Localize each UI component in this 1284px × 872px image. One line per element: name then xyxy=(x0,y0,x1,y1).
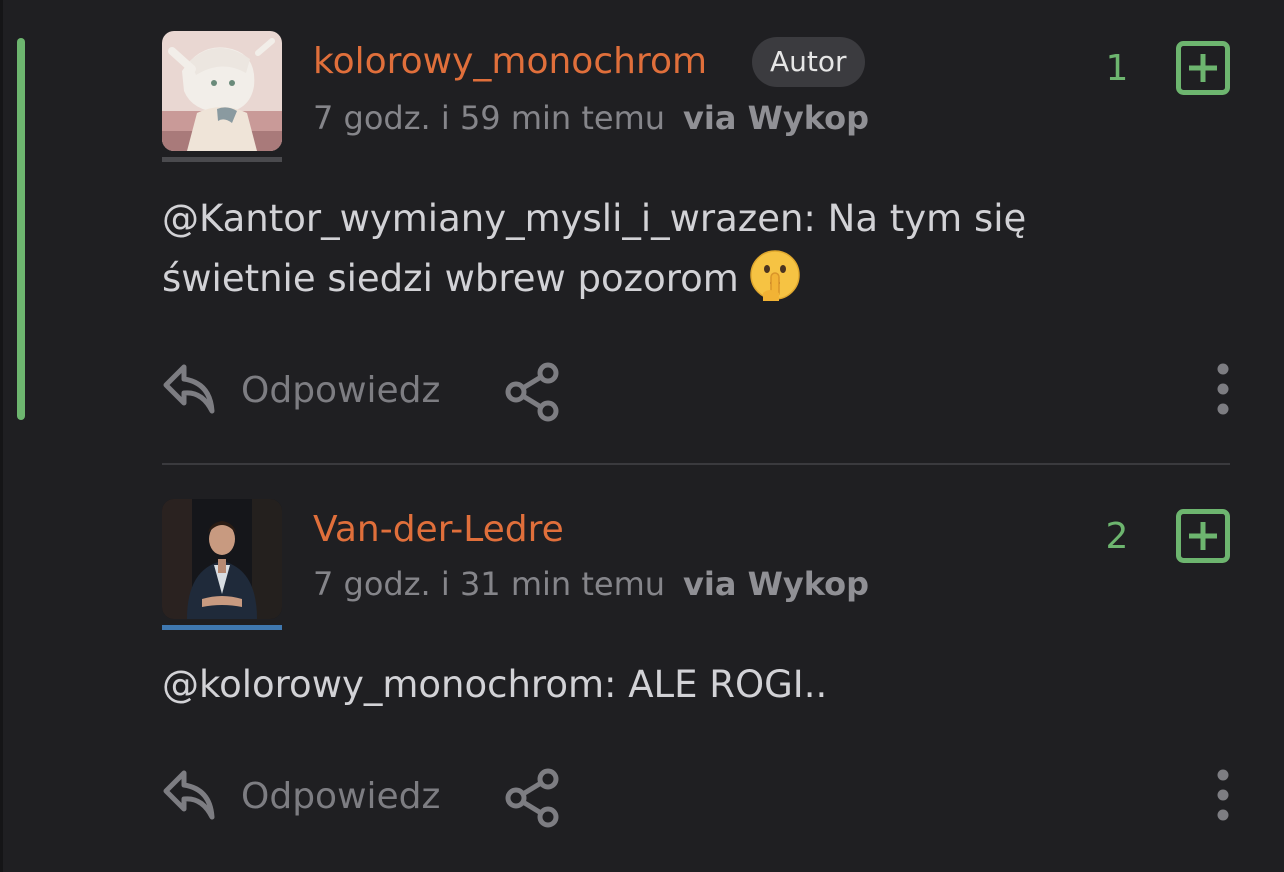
comment-actions: Odpowiedz xyxy=(162,359,1230,423)
shushing-face-icon xyxy=(749,249,801,301)
user-avatar[interactable] xyxy=(162,31,282,151)
username[interactable]: Van-der-Ledre xyxy=(313,507,564,553)
plus-icon xyxy=(1176,41,1230,95)
vote-count: 2 xyxy=(1105,516,1129,557)
comment-meta: 7 godz. i 31 min temu via Wykop xyxy=(313,563,869,605)
source-label[interactable]: via Wykop xyxy=(683,99,869,137)
reply-button[interactable]: Odpowiedz xyxy=(241,367,440,415)
comment-text: @Kantor_wymiany_mysli_i_wrazen: Na tym s… xyxy=(162,197,1027,300)
left-edge xyxy=(0,0,3,872)
reply-icon[interactable] xyxy=(162,767,218,823)
timestamp: 7 godz. i 31 min temu xyxy=(313,565,666,603)
upvote-button[interactable] xyxy=(1176,41,1230,95)
source-label[interactable]: via Wykop xyxy=(683,565,869,603)
plus-icon xyxy=(1176,509,1230,563)
comment-text: @kolorowy_monochrom: ALE ROGI.. xyxy=(162,663,828,706)
reply-button[interactable]: Odpowiedz xyxy=(241,773,440,821)
thread-indicator-bar xyxy=(17,38,25,420)
comment-body: @kolorowy_monochrom: ALE ROGI.. xyxy=(162,655,1142,715)
comment-item: Van-der-Ledre 7 godz. i 31 min temu via W… xyxy=(162,499,1230,839)
upvote-button[interactable] xyxy=(1176,509,1230,563)
more-options-icon[interactable] xyxy=(1208,767,1238,823)
comment-item: kolorowy_monochrom Autor 7 godz. i 59 mi… xyxy=(162,31,1230,431)
author-badge: Autor xyxy=(752,37,865,87)
comment-body: @Kantor_wymiany_mysli_i_wrazen: Na tym s… xyxy=(162,189,1142,309)
avatar-underline xyxy=(162,157,282,162)
comment-meta: 7 godz. i 59 min temu via Wykop xyxy=(313,97,869,139)
user-avatar[interactable] xyxy=(162,499,282,619)
avatar-underline xyxy=(162,625,282,630)
share-icon[interactable] xyxy=(502,361,564,423)
username[interactable]: kolorowy_monochrom xyxy=(313,39,707,85)
comment-divider xyxy=(162,463,1230,465)
timestamp: 7 godz. i 59 min temu xyxy=(313,99,666,137)
comment-actions: Odpowiedz xyxy=(162,765,1230,829)
reply-icon[interactable] xyxy=(162,361,218,417)
comment-thread: kolorowy_monochrom Autor 7 godz. i 59 mi… xyxy=(0,0,1284,872)
avatar-image-photo xyxy=(162,499,282,619)
share-icon[interactable] xyxy=(502,767,564,829)
avatar-image-anime xyxy=(162,31,282,151)
vote-count: 1 xyxy=(1105,48,1129,89)
more-options-icon[interactable] xyxy=(1208,361,1238,417)
